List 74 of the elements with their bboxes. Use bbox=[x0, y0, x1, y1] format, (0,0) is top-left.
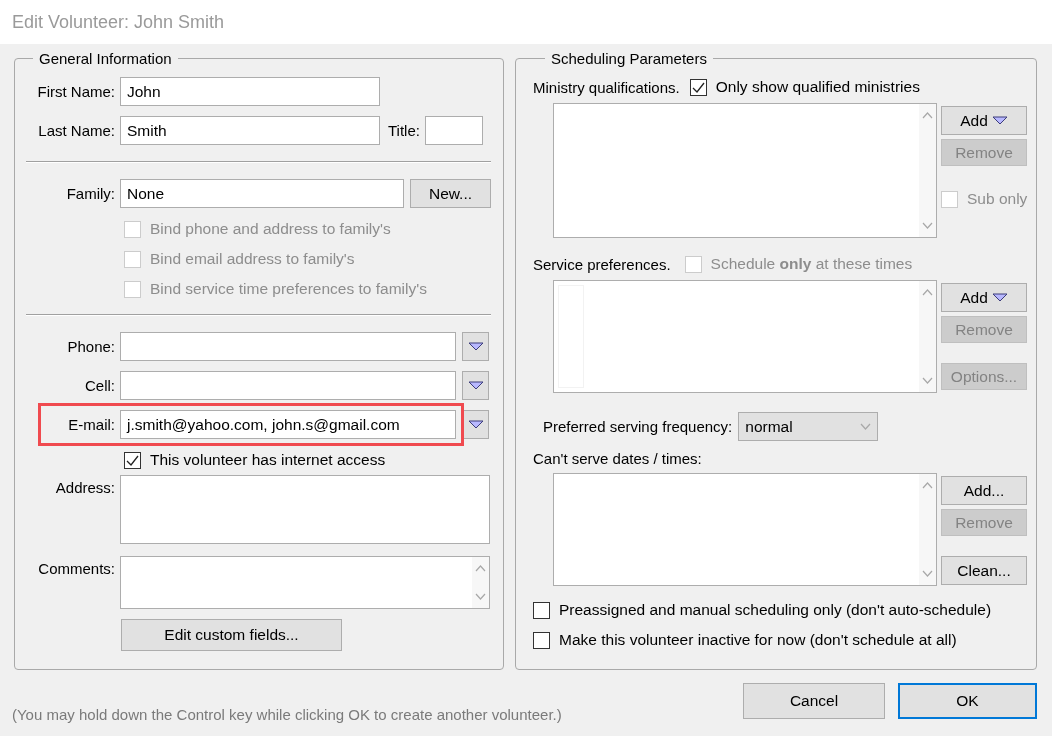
text-field[interactable]: None bbox=[120, 179, 404, 208]
checkbox-label: Schedule only at these times bbox=[710, 255, 913, 273]
checkbox-label: Sub only bbox=[967, 190, 1028, 208]
dropdown-button[interactable] bbox=[462, 332, 489, 361]
text-field[interactable] bbox=[120, 332, 456, 361]
field-label: Title: bbox=[388, 122, 420, 139]
checkbox-label: Bind email address to family's bbox=[150, 250, 355, 268]
text-area[interactable] bbox=[120, 475, 490, 544]
chevron-up-icon bbox=[475, 565, 486, 572]
checkbox-label: Bind phone and address to family's bbox=[150, 220, 391, 238]
text-field[interactable] bbox=[424, 116, 483, 145]
section-label: Can't serve dates / times: bbox=[533, 449, 702, 467]
section-label: Service preferences. bbox=[533, 255, 671, 273]
dropdown-button[interactable]: Add bbox=[941, 283, 1027, 312]
list-box[interactable] bbox=[553, 473, 937, 586]
list-box[interactable] bbox=[553, 103, 937, 238]
checkbox[interactable] bbox=[124, 451, 141, 469]
field-label: Phone: bbox=[66, 338, 115, 355]
button[interactable]: Edit custom fields... bbox=[121, 619, 342, 651]
checkbox-label: This volunteer has internet access bbox=[150, 451, 386, 469]
field-label: First Name: bbox=[36, 83, 115, 100]
checkbox[interactable] bbox=[689, 78, 707, 96]
text-field[interactable] bbox=[120, 371, 456, 400]
scrollbar[interactable] bbox=[919, 474, 936, 585]
text-field[interactable]: Smith bbox=[120, 116, 380, 145]
checkmark-icon bbox=[691, 81, 705, 93]
text-field[interactable]: j.smith@yahoo.com, john.s@gmail.com bbox=[120, 410, 456, 439]
triangle-down-icon bbox=[467, 381, 484, 390]
chevron-up-icon bbox=[922, 482, 933, 489]
chevron-down-icon bbox=[922, 377, 933, 384]
button[interactable]: Add... bbox=[941, 476, 1027, 505]
triangle-down-icon bbox=[467, 420, 484, 429]
checkbox-label: Make this volunteer inactive for now (don't schedule at all) bbox=[559, 631, 957, 649]
chevron-down-icon bbox=[475, 593, 486, 600]
group-title: Scheduling Parameters bbox=[550, 50, 708, 67]
dropdown[interactable]: normal bbox=[738, 412, 879, 441]
group-title: General Information bbox=[38, 50, 173, 67]
dropdown-button[interactable] bbox=[462, 371, 489, 400]
triangle-down-icon bbox=[991, 293, 1008, 302]
field-label: Preferred serving frequency: bbox=[543, 418, 733, 435]
window-title: Edit Volunteer: John Smith bbox=[12, 11, 225, 33]
field-label: Last Name: bbox=[37, 122, 115, 139]
checkbox-label: Only show qualified ministries bbox=[715, 78, 920, 96]
chevron-down-icon bbox=[922, 222, 933, 229]
checkbox-label: Bind service time preferences to family's bbox=[150, 280, 427, 298]
chevron-down-icon bbox=[922, 570, 933, 577]
button[interactable]: New... bbox=[410, 179, 491, 208]
button[interactable]: OK bbox=[898, 683, 1037, 719]
chevron-up-icon bbox=[922, 289, 933, 296]
triangle-down-icon bbox=[991, 116, 1008, 125]
list-box[interactable] bbox=[553, 280, 937, 393]
field-label: Family: bbox=[65, 185, 115, 202]
section-label: Ministry qualifications. bbox=[533, 78, 680, 96]
field-label: Cell: bbox=[84, 377, 115, 394]
text-field[interactable]: John bbox=[120, 77, 380, 106]
button[interactable]: Cancel bbox=[743, 683, 885, 719]
text-area[interactable] bbox=[120, 556, 490, 609]
checkbox[interactable] bbox=[533, 601, 550, 619]
scrollbar[interactable] bbox=[919, 104, 936, 237]
scrollbar[interactable] bbox=[919, 281, 936, 392]
chevron-down-icon bbox=[860, 423, 872, 430]
checkbox-label: Preassigned and manual scheduling only (don't auto-schedule) bbox=[559, 601, 992, 619]
dropdown-button[interactable] bbox=[462, 410, 489, 439]
triangle-down-icon bbox=[467, 342, 484, 351]
hint-text: (You may hold down the Control key while clicking OK to create another volunteer.) bbox=[12, 706, 563, 723]
checkmark-icon bbox=[126, 454, 139, 466]
chevron-up-icon bbox=[922, 112, 933, 119]
scrollbar[interactable] bbox=[472, 557, 489, 608]
field-label: E-mail: bbox=[67, 416, 115, 433]
dropdown-button[interactable]: Add bbox=[941, 106, 1027, 135]
field-label: Comments: bbox=[37, 560, 115, 577]
field-label: Address: bbox=[54, 479, 115, 496]
checkbox[interactable] bbox=[533, 631, 550, 649]
button[interactable]: Clean... bbox=[941, 556, 1027, 585]
